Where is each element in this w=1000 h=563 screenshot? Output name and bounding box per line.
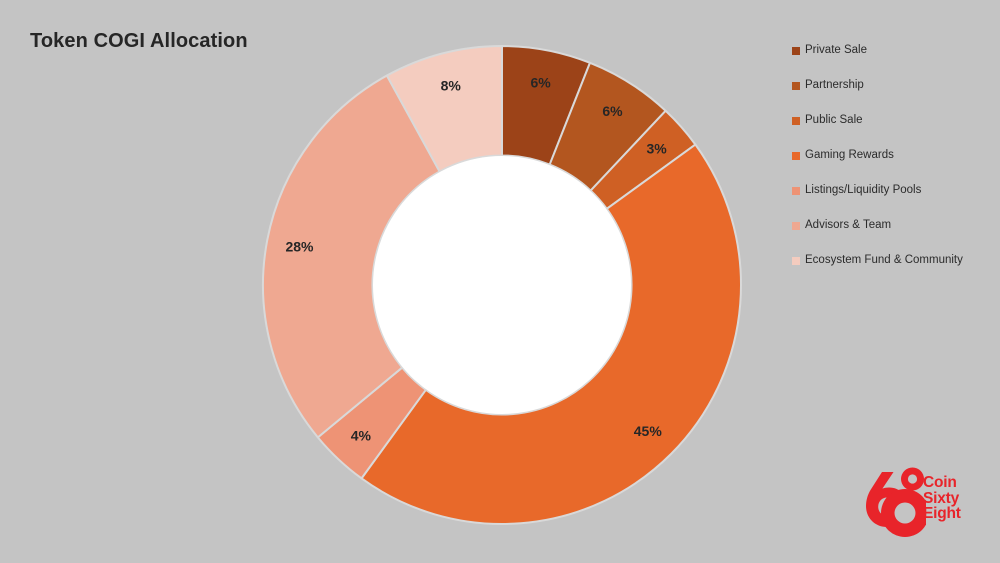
donut-slice-label: 6%: [602, 103, 623, 119]
legend-item[interactable]: Ecosystem Fund & Community: [792, 243, 992, 278]
donut-chart: 6% 6% 3% 45% 4% 28% 8%: [262, 45, 742, 525]
legend-item[interactable]: Public Sale: [792, 103, 992, 138]
legend-swatch-icon: [792, 46, 800, 55]
brand-logo: Coin Sixty Eight: [866, 466, 986, 542]
logo-line-3: Eight: [923, 505, 961, 522]
legend-item[interactable]: Partnership: [792, 68, 992, 103]
slide-canvas: Token COGI Allocation 6% 6% 3% 45% 4% 28% 8% P…: [0, 0, 1000, 563]
legend-item-label: Ecosystem Fund & Community: [805, 253, 963, 266]
legend-item-label: Private Sale: [805, 43, 868, 56]
legend-item-label: Public Sale: [805, 113, 863, 126]
donut-chart-svg: 6% 6% 3% 45% 4% 28% 8%: [262, 45, 742, 525]
legend-swatch-icon: [792, 151, 800, 160]
donut-hole: [373, 156, 631, 414]
logo-line-2: Sixty: [923, 489, 960, 507]
legend-swatch-icon: [792, 116, 800, 125]
page-title: Token COGI Allocation: [30, 30, 248, 52]
logo-line-1: Coin: [923, 474, 957, 491]
donut-slice-label: 4%: [351, 427, 372, 443]
legend-item-label: Listings/Liquidity Pools: [805, 183, 922, 196]
logo-wordmark: Coin Sixty Eight: [923, 475, 961, 522]
logo-mark-68-icon: [866, 467, 926, 537]
legend-swatch-icon: [792, 256, 800, 265]
legend-item-label: Partnership: [805, 78, 864, 91]
legend-swatch-icon: [792, 221, 800, 230]
donut-slice-label: 6%: [531, 74, 552, 90]
legend-swatch-icon: [792, 81, 800, 90]
donut-slice-label: 28%: [285, 238, 314, 254]
legend-item[interactable]: Advisors & Team: [792, 208, 992, 243]
donut-slice-label: 3%: [647, 141, 668, 157]
legend-item[interactable]: Listings/Liquidity Pools: [792, 173, 992, 208]
donut-slice-label: 45%: [634, 423, 663, 439]
chart-legend: Private Sale Partnership Public Sale Gaming…: [792, 33, 992, 278]
legend-item[interactable]: Gaming Rewards: [792, 138, 992, 173]
legend-item-label: Gaming Rewards: [805, 148, 894, 161]
legend-swatch-icon: [792, 186, 800, 195]
legend-item-label: Advisors & Team: [805, 218, 892, 231]
donut-slice-label: 8%: [441, 77, 462, 93]
legend-item[interactable]: Private Sale: [792, 33, 992, 68]
